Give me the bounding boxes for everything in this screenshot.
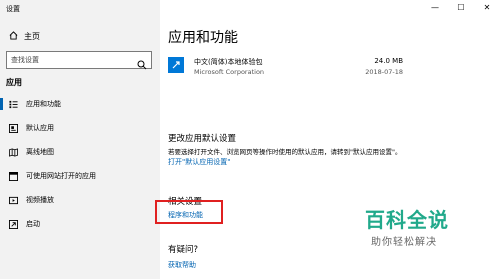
apps-list-icon bbox=[8, 100, 18, 109]
search-icon[interactable] bbox=[137, 55, 147, 70]
app-size: 24.0 MB bbox=[374, 57, 403, 65]
default-apps-icon bbox=[8, 123, 18, 133]
sidebar-item-label: 默认应用 bbox=[26, 124, 54, 132]
website-apps-icon bbox=[8, 171, 18, 181]
app-name: 中文(简体)本地体验包 bbox=[194, 58, 263, 66]
main-content: — ☐ ✕ 应用和功能 中文(简体)本地体验包 Microsoft Corpor… bbox=[155, 0, 500, 279]
sidebar-item-apps-features[interactable]: 应用和功能 bbox=[0, 92, 160, 116]
sidebar-section-title: 应用 bbox=[6, 78, 22, 87]
sidebar-item-label: 可使用网站打开的应用 bbox=[26, 172, 96, 180]
sidebar-item-home[interactable]: 主页 bbox=[0, 27, 160, 45]
help-heading: 有疑问? bbox=[168, 245, 199, 255]
watermark-title: 百科全说 bbox=[365, 208, 449, 232]
change-defaults-heading: 更改应用默认设置 bbox=[168, 134, 237, 144]
offline-map-icon bbox=[8, 147, 18, 157]
sidebar-item-website-apps[interactable]: 可使用网站打开的应用 bbox=[0, 164, 160, 188]
close-button[interactable]: ✕ bbox=[474, 0, 500, 14]
watermark-subtitle: 助你轻松解决 bbox=[371, 237, 437, 248]
sidebar-item-label: 离线地图 bbox=[26, 148, 54, 156]
programs-features-link[interactable]: 程序和功能 bbox=[168, 210, 203, 220]
app-date: 2018-07-18 bbox=[365, 68, 403, 76]
maximize-button[interactable]: ☐ bbox=[448, 0, 474, 14]
get-help-link[interactable]: 获取帮助 bbox=[168, 260, 196, 270]
sidebar-item-label: 视频播放 bbox=[26, 196, 54, 204]
change-defaults-description: 若要选择打开文件、浏览网页等操作时使用的默认应用，请转到"默认应用设置"。 bbox=[168, 148, 402, 156]
sidebar: 设置 主页 应用 应用和功能 默认应用 离线地图 bbox=[0, 0, 160, 279]
sidebar-item-offline-maps[interactable]: 离线地图 bbox=[0, 140, 160, 164]
home-icon bbox=[8, 30, 18, 42]
page-title: 应用和功能 bbox=[168, 30, 238, 46]
sidebar-item-startup[interactable]: 启动 bbox=[0, 212, 160, 236]
open-default-apps-link[interactable]: 打开"默认应用设置" bbox=[168, 157, 230, 167]
video-icon bbox=[8, 196, 18, 205]
search-box[interactable] bbox=[6, 51, 152, 70]
window-title: 设置 bbox=[6, 5, 20, 13]
app-tile-icon bbox=[168, 57, 184, 73]
sidebar-item-label: 启动 bbox=[26, 220, 40, 228]
app-publisher: Microsoft Corporation bbox=[194, 68, 265, 76]
sidebar-item-label: 应用和功能 bbox=[26, 100, 61, 108]
window-controls: — ☐ ✕ bbox=[422, 0, 500, 14]
sidebar-item-label: 主页 bbox=[24, 31, 40, 41]
search-input[interactable] bbox=[11, 52, 133, 68]
app-list-item[interactable]: 中文(简体)本地体验包 Microsoft Corporation 24.0 M… bbox=[168, 57, 403, 83]
sidebar-item-default-apps[interactable]: 默认应用 bbox=[0, 116, 160, 140]
startup-icon bbox=[8, 219, 18, 229]
minimize-button[interactable]: — bbox=[422, 0, 448, 14]
sidebar-item-video-playback[interactable]: 视频播放 bbox=[0, 188, 160, 212]
sidebar-nav: 应用和功能 默认应用 离线地图 可使用网站打开的应用 视频播放 启动 bbox=[0, 92, 160, 236]
